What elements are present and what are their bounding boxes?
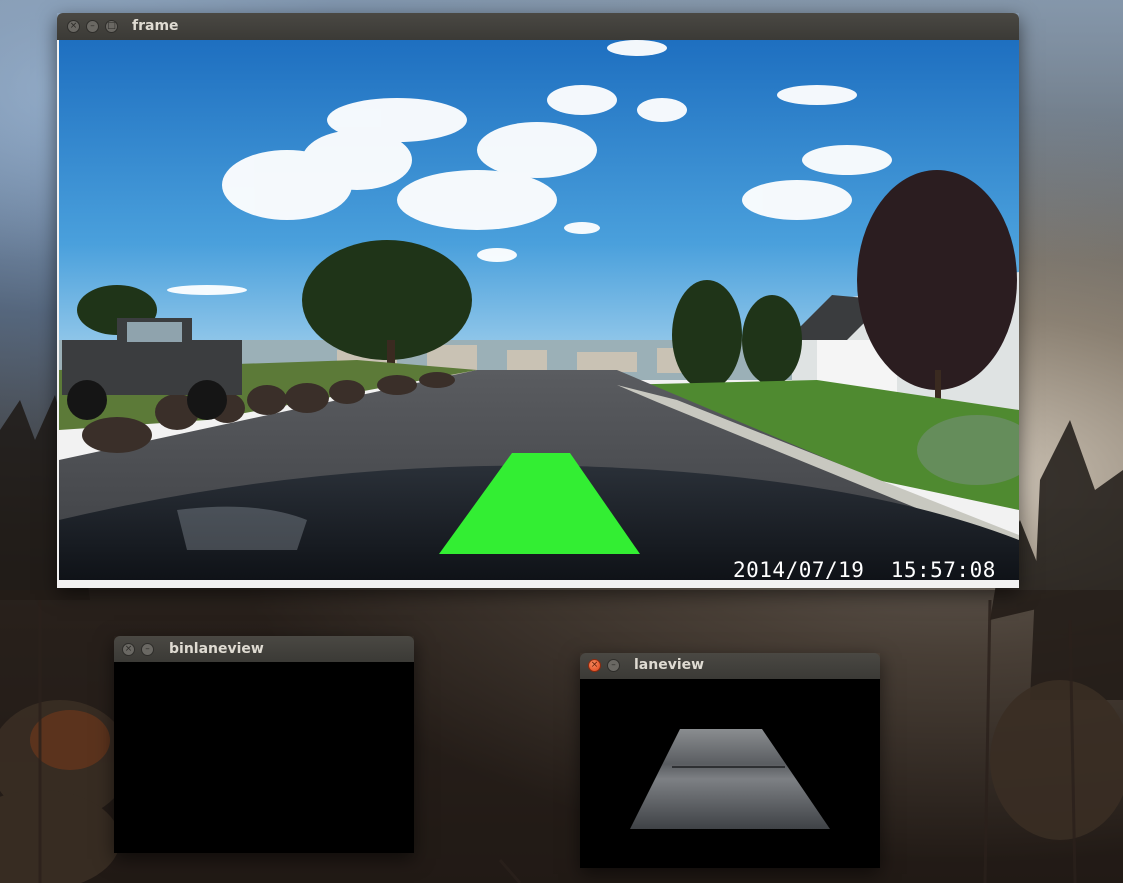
minimize-icon[interactable]: – <box>141 643 154 656</box>
close-icon[interactable]: × <box>588 659 601 672</box>
frame-window[interactable]: × – □ frame 2014/07/19 15:57:08 <box>57 13 1019 588</box>
timestamp-overlay: 2014/07/19 15:57:08 <box>733 558 996 582</box>
laneview-window[interactable]: × – laneview <box>580 653 880 868</box>
frame-titlebar[interactable]: × – □ frame <box>57 13 1019 40</box>
maximize-icon[interactable]: □ <box>105 20 118 33</box>
dashcam-image <box>57 40 1019 588</box>
window-title: laneview <box>634 657 705 673</box>
warped-lane-image <box>630 729 830 829</box>
binlaneview-titlebar[interactable]: × – binlaneview <box>114 636 414 662</box>
minimize-icon[interactable]: – <box>607 659 620 672</box>
laneview-titlebar[interactable]: × – laneview <box>580 653 880 679</box>
minimize-icon[interactable]: – <box>86 20 99 33</box>
close-icon[interactable]: × <box>122 643 135 656</box>
close-icon[interactable]: × <box>67 20 80 33</box>
binlaneview-canvas <box>114 662 414 853</box>
window-title: frame <box>132 18 179 34</box>
window-title: binlaneview <box>169 641 264 657</box>
laneview-canvas <box>580 679 880 868</box>
binlaneview-window[interactable]: × – binlaneview <box>114 636 414 853</box>
frame-canvas: 2014/07/19 15:57:08 <box>57 40 1019 588</box>
